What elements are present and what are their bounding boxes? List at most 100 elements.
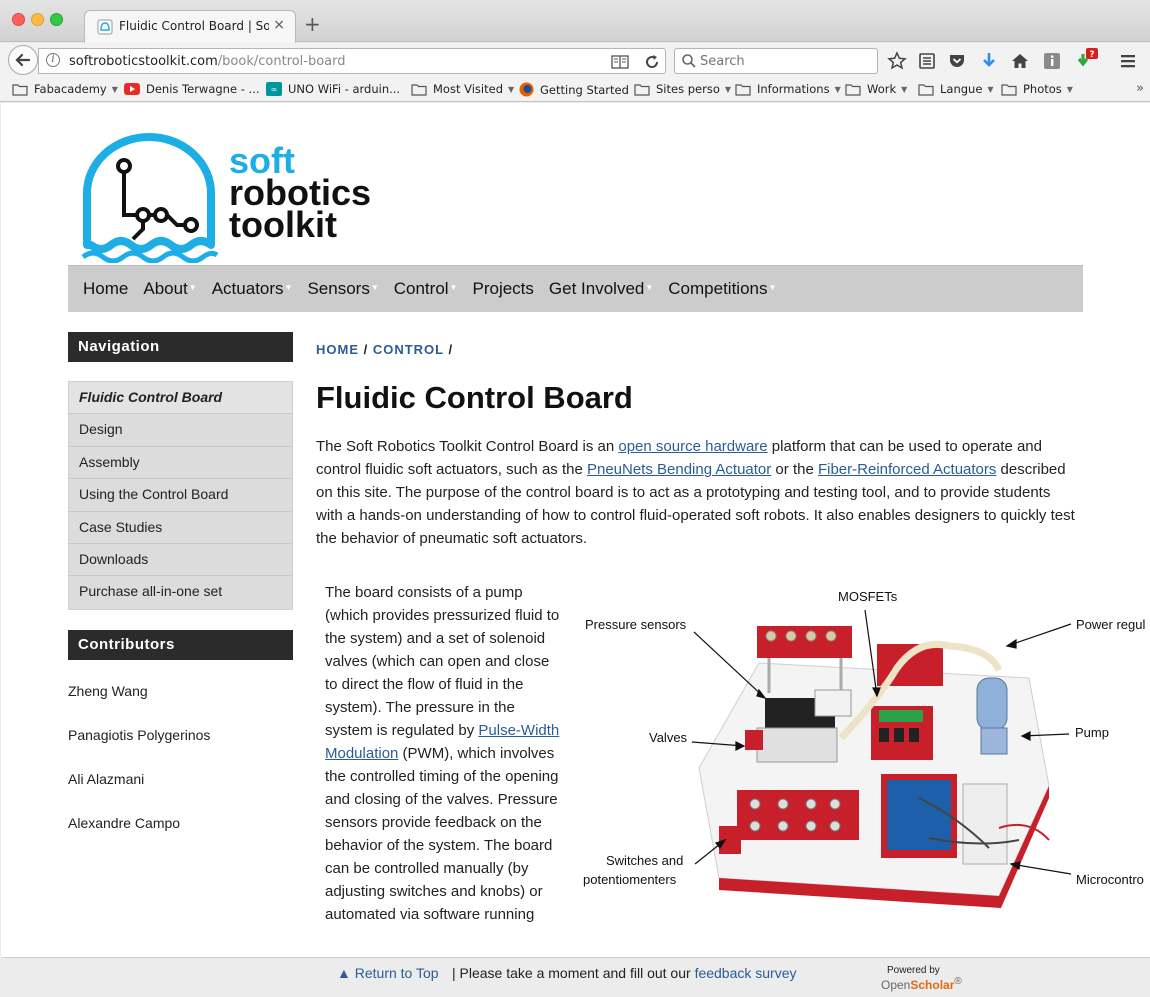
arduino-icon: ∞ — [266, 82, 282, 96]
contributor-name: Zheng Wang — [68, 683, 148, 699]
footer-bar: ▲ Return to Top | Please take a moment a… — [1, 957, 1150, 997]
menu-item-actuators[interactable]: Actuators ▼ — [212, 279, 293, 299]
tab-title: Fluidic Control Board | Soft Ro — [119, 19, 269, 33]
browser-tab-bar: Fluidic Control Board | Soft Ro × + — [0, 0, 1150, 43]
back-arrow-icon — [15, 53, 31, 67]
chevron-down-icon: ▼ — [111, 84, 118, 94]
chevron-down-icon: ▼ — [987, 84, 994, 94]
sidebar-item-assembly[interactable]: Assembly — [69, 447, 292, 480]
chevron-down-icon: ▼ — [370, 282, 379, 292]
open-source-hardware-link[interactable]: open source hardware — [618, 438, 767, 455]
contributor-name: Panagiotis Polygerinos — [68, 727, 211, 743]
logo-text-toolkit: toolkit — [229, 204, 337, 245]
sidebar-item-purchase-all-in-one-set[interactable]: Purchase all-in-one set — [69, 576, 292, 608]
bookmarks-toolbar: Fabacademy ▼ Denis Terwagne - ... ∞ UNO WiFi… — [0, 78, 1150, 102]
sidebar-item-case-studies[interactable]: Case Studies — [69, 512, 292, 544]
chevron-down-icon: ▼ — [508, 84, 515, 94]
sidebar-item-fluidic-control-board[interactable]: Fluidic Control Board — [69, 382, 292, 415]
return-to-top-link[interactable]: ▲ Return to Top — [337, 965, 439, 981]
powered-by-text: Powered by — [887, 965, 940, 976]
zoom-window-button[interactable] — [50, 13, 63, 26]
bookmark-item[interactable]: Work ▼ — [845, 82, 907, 96]
close-window-button[interactable] — [12, 13, 25, 26]
label-pressure-sensors: Pressure sensors — [585, 617, 687, 632]
bookmark-item[interactable]: ∞ UNO WiFi - arduin... — [266, 82, 400, 96]
menu-item-about[interactable]: About ▼ — [143, 279, 196, 299]
url-text[interactable]: softroboticstoolkit.com/book/control-boa… — [69, 54, 346, 69]
extension-info-icon[interactable] — [1042, 51, 1062, 71]
bookmark-item[interactable]: Photos ▼ — [1001, 82, 1073, 96]
hamburger-menu-icon[interactable] — [1118, 51, 1138, 71]
bookmark-item[interactable]: Most Visited ▼ — [411, 82, 514, 96]
bookmark-label: Most Visited — [433, 82, 503, 96]
sidebar-item-downloads[interactable]: Downloads — [69, 544, 292, 577]
sidebar-item-using-the-control-board[interactable]: Using the Control Board — [69, 479, 292, 512]
site-favicon-icon — [97, 19, 113, 35]
feedback-notice: | Please take a moment and fill out our … — [452, 965, 797, 981]
new-tab-button[interactable]: + — [304, 12, 321, 36]
reload-icon[interactable] — [643, 53, 661, 71]
site-info-icon[interactable]: i — [46, 53, 60, 67]
folder-icon — [918, 83, 934, 96]
contributor-name: Alexandre Campo — [68, 815, 181, 831]
search-input[interactable] — [700, 54, 870, 69]
breadcrumb-control-link[interactable]: CONTROL — [373, 342, 444, 357]
main-menu: Home About ▼ Actuators ▼ Sensors ▼ Control ▼ Proj… — [68, 265, 1083, 312]
bookmark-item[interactable]: Informations ▼ — [735, 82, 841, 96]
site-logo[interactable]: soft robotics toolkit — [77, 133, 397, 263]
menu-item-sensors[interactable]: Sensors ▼ — [307, 279, 378, 299]
back-button[interactable] — [8, 45, 38, 75]
folder-icon — [735, 83, 751, 96]
bookmark-label: Getting Started — [540, 82, 629, 97]
bookmarks-overflow-icon[interactable]: » — [1136, 81, 1144, 96]
chevron-down-icon: ▼ — [1066, 84, 1073, 94]
bookmark-item[interactable]: Sites perso ▼ — [634, 82, 731, 96]
bookmark-star-icon[interactable] — [887, 51, 907, 71]
sidebar-navigation: Fluidic Control Board Design Assembly Using… — [68, 381, 293, 610]
chevron-down-icon: ▼ — [188, 282, 197, 292]
reading-list-icon[interactable] — [917, 51, 937, 71]
chevron-down-icon: ▼ — [834, 84, 841, 94]
contributor-name: Ali Alazmani — [68, 771, 145, 787]
sidebar-item-design[interactable]: Design — [69, 414, 292, 447]
ghost-robot-logo-icon — [81, 133, 219, 263]
reader-view-icon[interactable] — [611, 54, 629, 70]
label-switches-line1: Switches and — [606, 853, 684, 868]
board-description-paragraph: The board consists of a pump (which prov… — [325, 584, 560, 923]
bookmark-item[interactable]: Fabacademy ▼ — [12, 82, 118, 96]
folder-icon — [411, 83, 427, 96]
folder-icon — [845, 83, 861, 96]
bookmark-item[interactable]: Langue ▼ — [918, 82, 994, 96]
menu-item-get-involved[interactable]: Get Involved ▼ — [549, 279, 653, 299]
search-box[interactable] — [674, 48, 878, 74]
label-switches-line2: potentiomenters — [583, 872, 677, 887]
breadcrumb-home-link[interactable]: HOME — [316, 342, 359, 357]
youtube-icon — [124, 83, 140, 95]
minimize-window-button[interactable] — [31, 13, 44, 26]
menu-item-home[interactable]: Home — [83, 279, 128, 299]
pneunets-link[interactable]: PneuNets Bending Actuator — [587, 461, 771, 478]
fiber-reinforced-link[interactable]: Fiber-Reinforced Actuators — [818, 461, 996, 478]
bookmark-item[interactable]: Denis Terwagne - ... — [124, 82, 259, 96]
tab-close-icon[interactable]: × — [273, 17, 285, 33]
menu-item-competitions[interactable]: Competitions ▼ — [668, 279, 776, 299]
update-extension-icon[interactable]: ? — [1074, 48, 1100, 72]
address-bar[interactable]: i softroboticstoolkit.com/book/control-b… — [38, 48, 666, 74]
label-microcontroller: Microcontro — [1076, 872, 1144, 887]
bookmark-label: Denis Terwagne - ... — [146, 82, 260, 96]
navigation-heading: Navigation — [68, 332, 293, 362]
feedback-survey-link[interactable]: feedback survey — [695, 965, 797, 981]
label-pump: Pump — [1075, 725, 1109, 740]
download-arrow-icon[interactable] — [979, 51, 999, 71]
browser-tab-active[interactable]: Fluidic Control Board | Soft Ro × — [84, 10, 296, 43]
menu-item-projects[interactable]: Projects — [472, 279, 533, 299]
bookmark-label: Langue — [940, 82, 983, 96]
chevron-down-icon: ▼ — [768, 282, 777, 292]
pocket-icon[interactable] — [947, 51, 967, 71]
chevron-down-icon: ▼ — [284, 282, 293, 292]
home-icon[interactable] — [1010, 51, 1030, 71]
bookmark-item[interactable]: Getting Started — [519, 82, 629, 97]
openscholar-logo[interactable]: OpenScholar® — [881, 976, 962, 992]
bookmark-label: Informations — [757, 82, 830, 96]
menu-item-control[interactable]: Control ▼ — [394, 279, 458, 299]
